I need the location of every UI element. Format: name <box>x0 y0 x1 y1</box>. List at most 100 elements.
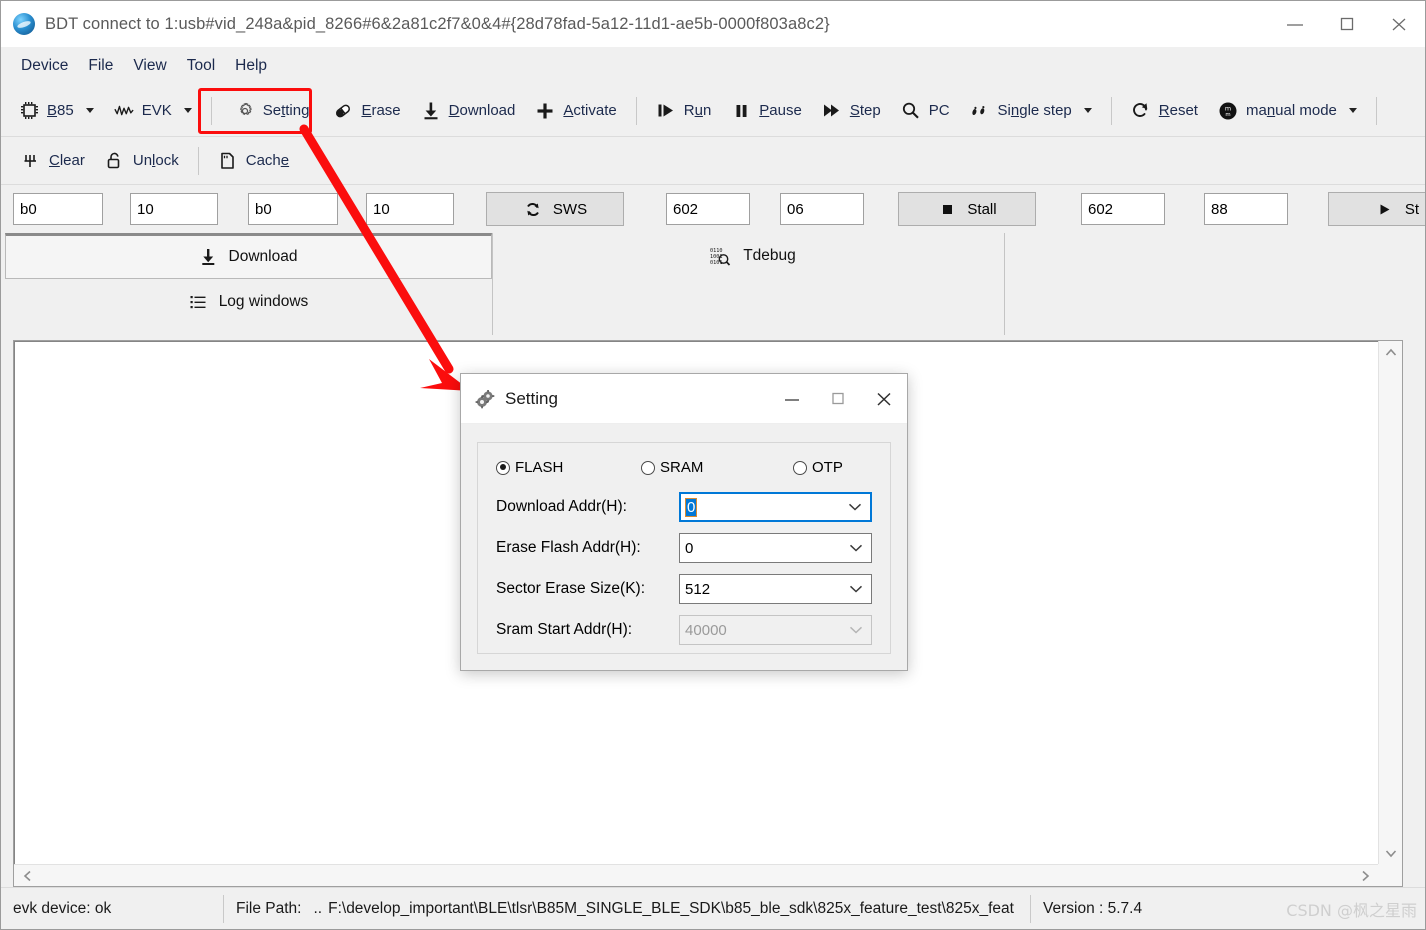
tab-tdebug[interactable]: 0110 1001 0101 Tdebug <box>501 233 1004 279</box>
tab-download[interactable]: Download <box>5 233 492 279</box>
toolbar-reset-button[interactable]: Reset <box>1121 96 1208 126</box>
sector-erase-size-combo[interactable]: 512 <box>679 574 872 604</box>
download-addr-value: 0 <box>684 497 698 517</box>
eraser-icon <box>333 101 353 121</box>
svg-text:0101: 0101 <box>710 260 723 266</box>
status-file-path-prefix: .. <box>313 899 323 917</box>
erase-flash-addr-value: 0 <box>685 539 694 557</box>
window-controls <box>1269 1 1425 47</box>
start-button[interactable]: St <box>1328 192 1425 226</box>
sector-erase-size-row: Sector Erase Size(K): 512 <box>496 574 872 604</box>
download-arrow-icon <box>200 248 217 266</box>
chevron-down-icon[interactable] <box>849 540 863 557</box>
setting-maximize-button[interactable] <box>815 374 861 424</box>
maximize-button[interactable] <box>1321 1 1373 47</box>
toolbar-single-step-button[interactable]: Single step <box>960 96 1102 126</box>
toolbar-step-label: Step <box>849 102 881 119</box>
toolbar-pc-button[interactable]: PC <box>891 96 960 126</box>
toolbar-erase-label: Erase <box>361 102 401 119</box>
tab-tdebug-label: Tdebug <box>743 247 796 264</box>
stop-square-icon <box>937 199 957 219</box>
toolbar-clear-button[interactable]: Clear <box>11 146 95 176</box>
toolbar-step-button[interactable]: Step <box>812 96 891 126</box>
menu-help[interactable]: Help <box>225 53 277 79</box>
toolbar-divider <box>210 96 212 125</box>
register-field-row: SWS Stall St <box>1 185 1425 233</box>
status-bar: evk device: ok File Path: .. F:\develop_… <box>1 887 1425 929</box>
len-field-1[interactable] <box>130 193 218 225</box>
toolbar-divider <box>1110 96 1112 125</box>
menu-bar: Device File View Tool Help <box>1 47 1425 85</box>
minimize-button[interactable] <box>1269 1 1321 47</box>
play-icon <box>1375 199 1395 219</box>
tab-log-windows[interactable]: Log windows <box>5 279 492 325</box>
chevron-down-icon[interactable] <box>1348 108 1357 113</box>
menu-file[interactable]: File <box>78 53 123 79</box>
secondary-toolbar: Clear Unlock Cache <box>1 137 1425 185</box>
toolbar-activate-button[interactable]: Activate <box>525 96 626 126</box>
toolbar-evk-selector[interactable]: EVK <box>104 96 202 126</box>
scroll-right-icon[interactable] <box>1354 865 1376 887</box>
addr-field-2[interactable] <box>248 193 338 225</box>
close-button[interactable] <box>1373 1 1425 47</box>
toolbar-cache-label: Cache <box>245 152 290 169</box>
toolbar-divider <box>635 96 637 125</box>
toolbar-setting-button[interactable]: Setting <box>221 96 324 126</box>
toolbar-pause-button[interactable]: Pause <box>721 96 812 126</box>
tab-log-windows-label: Log windows <box>218 293 309 310</box>
reg-field-2[interactable] <box>780 193 864 225</box>
addr-field-1[interactable] <box>13 193 103 225</box>
toolbar-pause-label: Pause <box>759 102 802 119</box>
magnifier-icon <box>901 101 921 121</box>
sws-button-label: SWS <box>552 200 588 218</box>
sector-erase-size-label: Sector Erase Size(K): <box>496 580 646 597</box>
gears-icon <box>475 389 495 409</box>
radio-otp[interactable]: OTP <box>793 459 843 476</box>
reg-field-1[interactable] <box>666 193 750 225</box>
stall-button[interactable]: Stall <box>898 192 1036 226</box>
toolbar-cache-button[interactable]: Cache <box>208 146 299 176</box>
erase-flash-addr-combo[interactable]: 0 <box>679 533 872 563</box>
toolbar-download-button[interactable]: Download <box>411 96 526 126</box>
chevron-down-icon[interactable] <box>848 499 862 516</box>
chevron-down-icon[interactable] <box>85 108 94 113</box>
scroll-left-icon[interactable] <box>16 865 38 887</box>
toolbar-single-step-label: Single step <box>997 102 1072 119</box>
len-field-2[interactable] <box>366 193 454 225</box>
binary-magnifier-icon: 0110 1001 0101 <box>709 246 731 266</box>
erase-flash-addr-row: Erase Flash Addr(H): 0 <box>496 533 872 563</box>
menu-tool[interactable]: Tool <box>177 53 225 79</box>
download-addr-combo[interactable]: 0 <box>679 492 872 522</box>
sws-button[interactable]: SWS <box>486 192 624 226</box>
setting-minimize-button[interactable] <box>769 374 815 424</box>
toolbar-setting-label: Setting <box>262 102 310 119</box>
status-file-path-label: File Path: <box>236 899 302 917</box>
reg-field-3[interactable] <box>1081 193 1165 225</box>
menu-view[interactable]: View <box>123 53 176 79</box>
toolbar-manual-mode-button[interactable]: m m manual mode <box>1208 96 1367 126</box>
toolbar-erase-button[interactable]: Erase <box>323 96 410 126</box>
toolbar-chip-label: B85 <box>47 102 74 119</box>
scroll-down-icon[interactable] <box>1379 842 1403 864</box>
tab-column-middle: 0110 1001 0101 Tdebug <box>501 233 1005 335</box>
chevron-down-icon[interactable] <box>183 108 192 113</box>
toolbar-chip-selector[interactable]: B85 <box>9 96 104 126</box>
radio-flash[interactable]: FLASH <box>496 459 641 476</box>
menu-device[interactable]: Device <box>11 53 78 79</box>
chevron-down-icon[interactable] <box>849 581 863 598</box>
gear-icon <box>235 101 255 121</box>
toolbar-unlock-button[interactable]: Unlock <box>95 146 189 176</box>
chevron-down-icon <box>849 622 863 639</box>
start-button-label: St <box>1404 200 1420 218</box>
run-icon <box>656 101 676 121</box>
radio-sram[interactable]: SRAM <box>641 459 793 476</box>
scroll-up-icon[interactable] <box>1379 341 1403 363</box>
horizontal-scrollbar[interactable] <box>14 864 1378 886</box>
setting-dialog: Setting FLASH SRAM OTP Download Addr(H):… <box>460 373 908 671</box>
chevron-down-icon[interactable] <box>1083 108 1092 113</box>
setting-close-button[interactable] <box>861 374 907 424</box>
vertical-scrollbar[interactable] <box>1378 341 1402 864</box>
reg-field-4[interactable] <box>1204 193 1288 225</box>
toolbar-run-button[interactable]: Run <box>646 96 722 126</box>
erase-flash-addr-label: Erase Flash Addr(H): <box>496 539 641 556</box>
